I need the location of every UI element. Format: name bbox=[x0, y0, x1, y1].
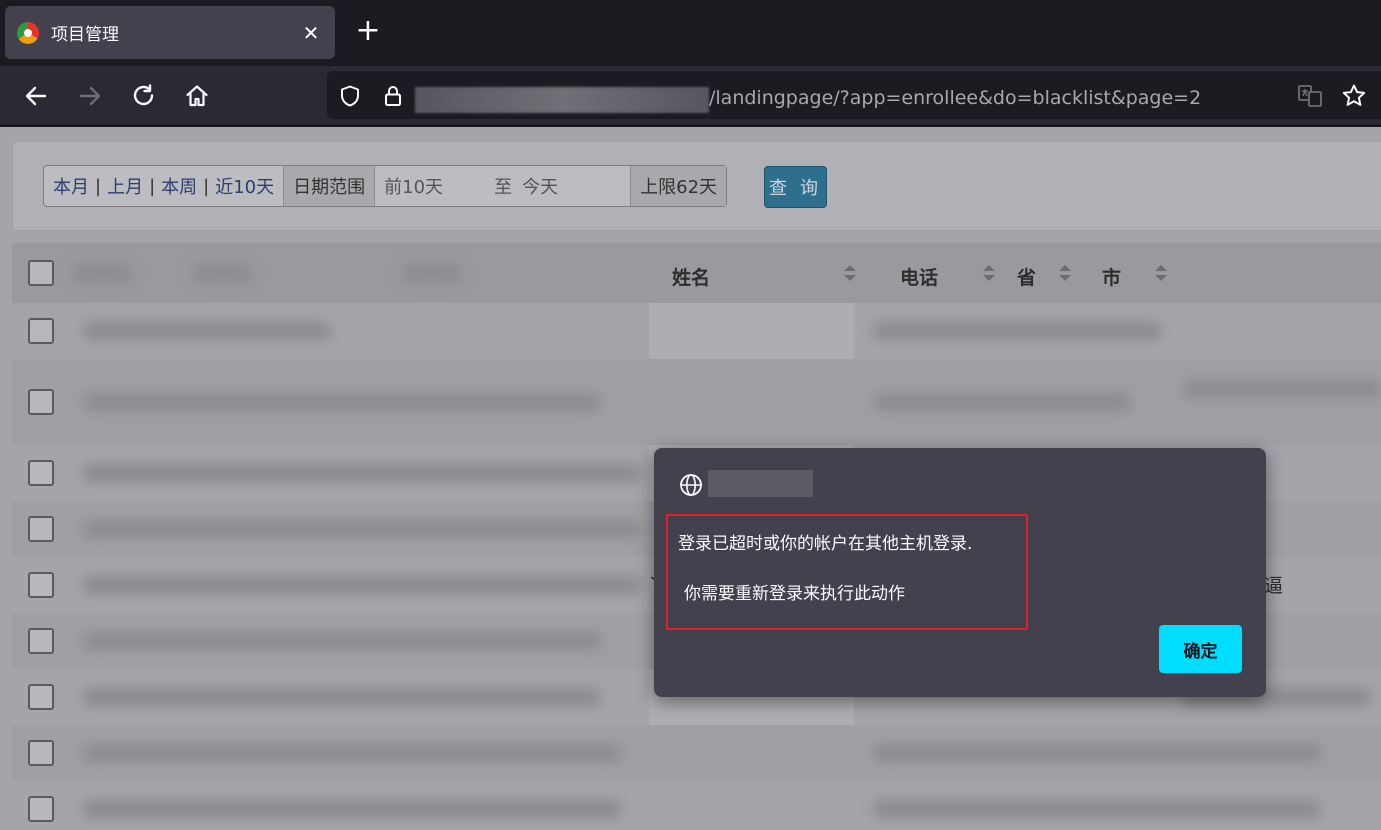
column-header-city[interactable]: 市 bbox=[1102, 263, 1121, 290]
link-this-month[interactable]: 本月 bbox=[53, 173, 89, 199]
redacted-header bbox=[72, 263, 132, 283]
redacted-cell bbox=[82, 392, 602, 412]
column-header-province[interactable]: 省 bbox=[1017, 263, 1036, 290]
redacted-cell bbox=[82, 575, 642, 595]
redacted-cell bbox=[1182, 379, 1381, 399]
redacted-header bbox=[402, 263, 462, 283]
redacted-cell bbox=[82, 631, 602, 651]
row-checkbox[interactable] bbox=[28, 460, 54, 486]
row-checkbox[interactable] bbox=[28, 740, 54, 766]
address-bar[interactable]: /landingpage/?app=enrollee&do=blacklist&… bbox=[327, 71, 1381, 119]
link-this-week[interactable]: 本周 bbox=[161, 173, 197, 199]
back-button[interactable] bbox=[20, 80, 52, 112]
site-favicon-icon bbox=[17, 21, 39, 44]
date-from-value: 前10天 bbox=[384, 177, 444, 198]
quick-date-links: 本月 | 上月 | 本周 | 近10天 bbox=[44, 166, 285, 206]
row-checkbox[interactable] bbox=[28, 389, 54, 415]
redacted-cell bbox=[82, 519, 642, 539]
dialog-message-line1: 登录已超时或你的帐户在其他主机登录. bbox=[678, 534, 973, 554]
column-header-name[interactable]: 姓名 bbox=[672, 263, 710, 290]
link-last-month[interactable]: 上月 bbox=[107, 173, 143, 199]
new-tab-button[interactable]: + bbox=[352, 16, 384, 48]
row-checkbox[interactable] bbox=[28, 628, 54, 654]
filter-panel: 本月 | 上月 | 本周 | 近10天 日期范围 前10天 至 今天 上限62天… bbox=[12, 141, 1381, 231]
row-checkbox[interactable] bbox=[28, 684, 54, 710]
redacted-cell bbox=[82, 321, 332, 341]
tracking-shield-icon[interactable] bbox=[337, 83, 363, 109]
table-row[interactable] bbox=[12, 781, 1381, 830]
sort-icon[interactable] bbox=[1059, 265, 1071, 281]
redacted-cell bbox=[872, 392, 1132, 412]
table-header: 姓名 电话 省 市 bbox=[12, 243, 1381, 303]
date-to-value: 今天 bbox=[522, 177, 559, 198]
tab-strip: 项目管理 ✕ + bbox=[0, 0, 1381, 66]
redacted-dialog-origin bbox=[708, 470, 813, 497]
redacted-cell bbox=[82, 743, 622, 763]
translate-icon[interactable] bbox=[1297, 83, 1323, 109]
sort-icon[interactable] bbox=[1155, 265, 1167, 281]
row-checkbox[interactable] bbox=[28, 318, 54, 344]
forward-button[interactable] bbox=[74, 80, 106, 112]
redacted-cell bbox=[872, 743, 1322, 763]
redacted-cell bbox=[82, 799, 622, 819]
navigation-toolbar: /landingpage/?app=enrollee&do=blacklist&… bbox=[0, 66, 1381, 126]
date-range-input[interactable]: 前10天 至 今天 bbox=[375, 166, 632, 206]
partial-cell-text: 逼 bbox=[1264, 575, 1284, 597]
bookmark-star-icon[interactable] bbox=[1341, 83, 1367, 109]
date-filter-group: 本月 | 上月 | 本周 | 近10天 日期范围 前10天 至 今天 上限62天 bbox=[43, 165, 728, 207]
url-path-text: /landingpage/?app=enrollee&do=blacklist&… bbox=[709, 87, 1202, 109]
globe-icon bbox=[680, 474, 702, 496]
arrow-left-icon bbox=[25, 86, 47, 106]
range-limit-label: 上限62天 bbox=[631, 166, 727, 206]
column-header-phone[interactable]: 电话 bbox=[900, 263, 938, 290]
active-tab[interactable]: 项目管理 ✕ bbox=[5, 6, 335, 59]
reload-button[interactable] bbox=[128, 80, 160, 112]
separator: | bbox=[203, 175, 210, 197]
table-row[interactable] bbox=[12, 725, 1381, 781]
query-button[interactable]: 查 询 bbox=[764, 166, 827, 208]
separator: | bbox=[149, 175, 156, 197]
home-button[interactable] bbox=[181, 80, 213, 112]
tab-close-icon[interactable]: ✕ bbox=[297, 19, 325, 47]
link-last-10-days[interactable]: 近10天 bbox=[215, 173, 274, 199]
table-row[interactable] bbox=[12, 359, 1381, 445]
date-to-word: 至 bbox=[494, 177, 513, 198]
sort-icon[interactable] bbox=[983, 265, 995, 281]
redacted-cell bbox=[82, 463, 642, 483]
select-all-checkbox[interactable] bbox=[28, 260, 54, 286]
arrow-right-icon bbox=[79, 86, 101, 106]
name-cell bbox=[649, 303, 854, 359]
row-checkbox[interactable] bbox=[28, 516, 54, 542]
row-checkbox[interactable] bbox=[28, 572, 54, 598]
home-icon bbox=[186, 85, 208, 107]
tab-title: 项目管理 bbox=[51, 25, 119, 45]
redacted-cell bbox=[872, 799, 1322, 819]
row-checkbox[interactable] bbox=[28, 796, 54, 822]
separator: | bbox=[95, 175, 102, 197]
redacted-cell bbox=[82, 687, 602, 707]
dialog-message-line2: 你需要重新登录来执行此动作 bbox=[684, 584, 905, 604]
date-range-label: 日期范围 bbox=[284, 166, 376, 206]
redacted-cell bbox=[872, 321, 1162, 341]
ok-button[interactable]: 确定 bbox=[1159, 625, 1242, 673]
alert-dialog: 登录已超时或你的帐户在其他主机登录. 你需要重新登录来执行此动作 确定 bbox=[654, 448, 1266, 697]
lock-icon[interactable] bbox=[380, 83, 406, 109]
redacted-header bbox=[192, 263, 252, 283]
redacted-url-host bbox=[415, 87, 709, 113]
table-row[interactable] bbox=[12, 303, 1381, 359]
reload-icon bbox=[133, 84, 154, 106]
sort-icon[interactable] bbox=[844, 265, 856, 281]
